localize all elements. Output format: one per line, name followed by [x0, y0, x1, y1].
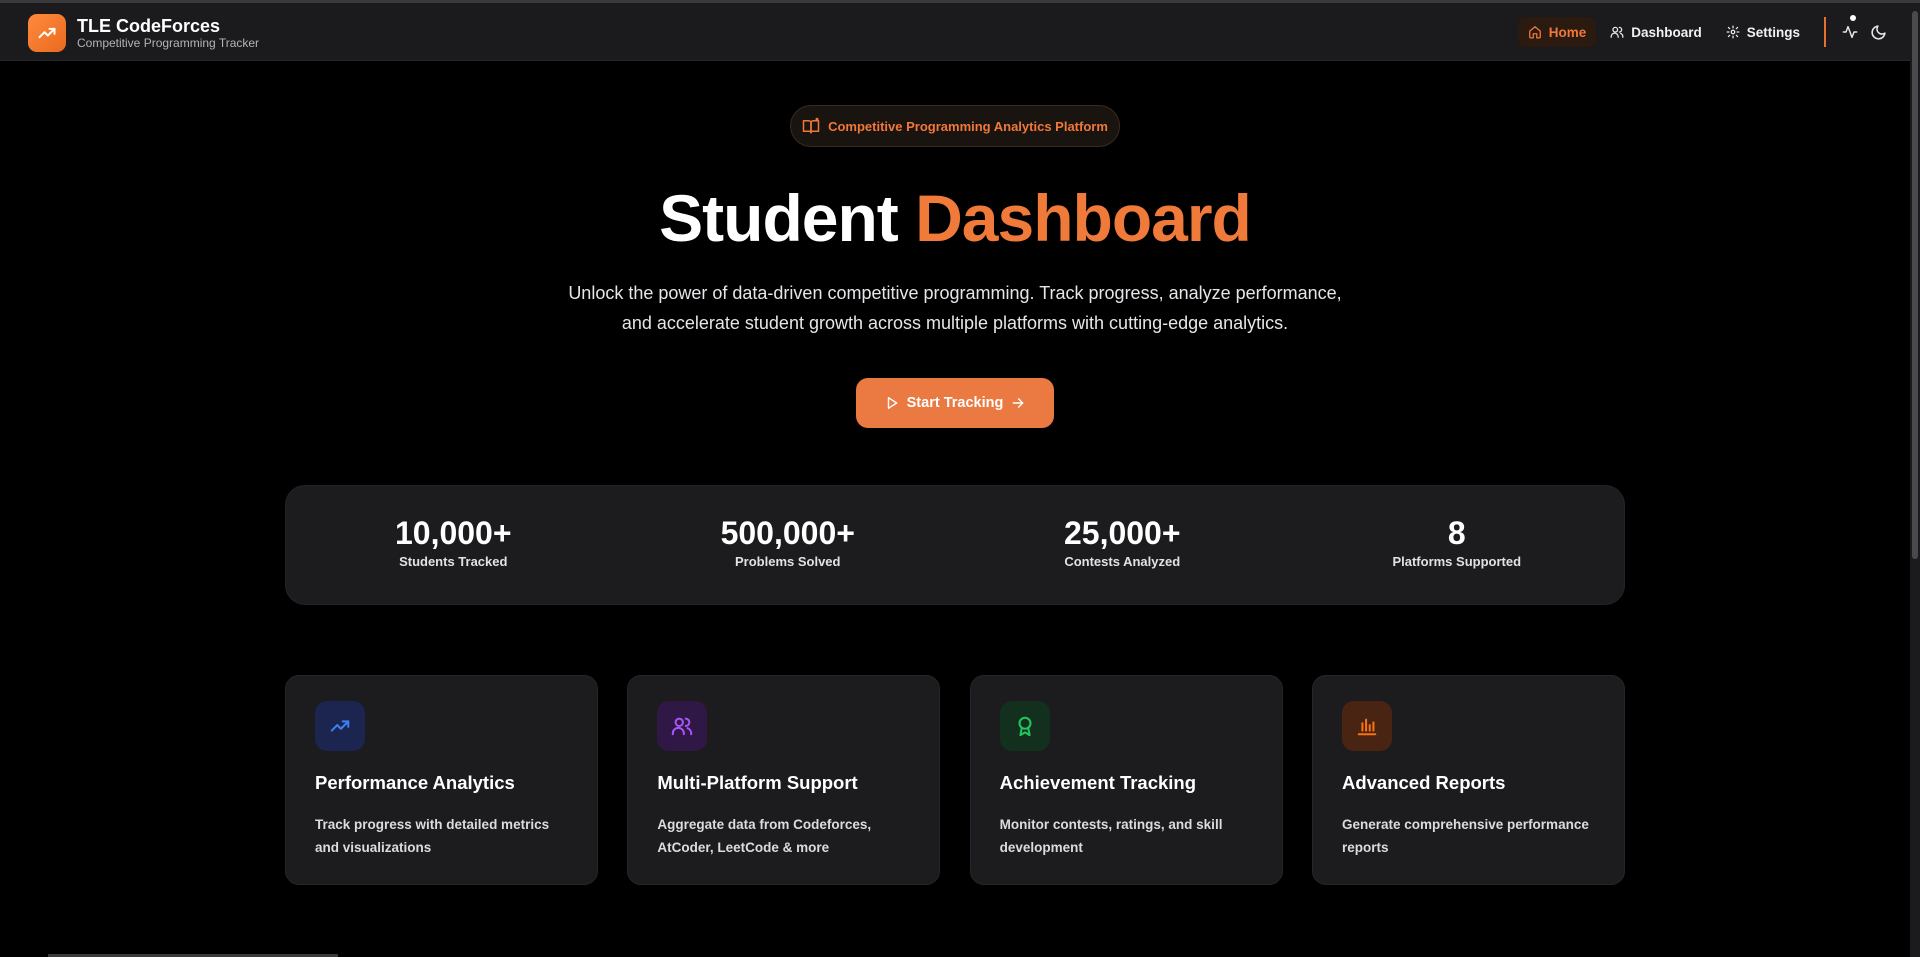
stat-students: 10,000+ Students Tracked [286, 486, 621, 604]
feature-title: Multi-Platform Support [657, 772, 858, 793]
users-icon [657, 701, 708, 751]
moon-icon [1870, 24, 1886, 40]
feature-description: Aggregate data from Codeforces, AtCoder,… [657, 817, 872, 855]
stats-panel: 10,000+ Students Tracked 500,000+ Proble… [285, 485, 1625, 605]
nav-divider [1824, 17, 1826, 47]
activity-icon [1842, 25, 1858, 39]
brand[interactable]: TLE CodeForces Competitive Programming T… [28, 14, 259, 52]
award-icon [999, 701, 1050, 751]
hero-description: Unlock the power of data-driven competit… [520, 278, 1390, 338]
feature-description: Generate comprehensive performance repor… [1341, 817, 1589, 855]
nav-dashboard[interactable]: Dashboard [1600, 17, 1712, 47]
feature-description: Track progress with detailed metrics and… [315, 817, 550, 855]
hero-description-line-2: and accelerate student growth across mul… [621, 313, 1289, 333]
feature-card-reports[interactable]: Advanced Reports Generate comprehensive … [1311, 675, 1625, 885]
feature-cards: Performance Analytics Track progress wit… [285, 675, 1625, 885]
trending-up-icon [315, 701, 365, 751]
stat-label: Contests Analyzed [1064, 554, 1181, 569]
brand-subtitle: Competitive Programming Tracker [77, 36, 260, 50]
nav-settings[interactable]: Settings [1716, 17, 1810, 47]
stat-label: Problems Solved [735, 554, 841, 569]
feature-description: Monitor contests, ratings, and skill dev… [999, 817, 1223, 855]
stat-value: 8 [1447, 515, 1466, 551]
brand-title: TLE CodeForces [77, 16, 221, 36]
navbar: TLE CodeForces Competitive Programming T… [0, 3, 1910, 61]
page-title: Student Dashboard [0, 180, 1910, 256]
stat-platforms: 8 Platforms Supported [1290, 486, 1625, 604]
start-tracking-button[interactable]: Start Tracking [856, 378, 1054, 428]
trending-up-icon [28, 14, 66, 52]
nav-settings-label: Settings [1746, 24, 1800, 40]
stat-value: 500,000+ [720, 515, 855, 551]
users-icon [1610, 26, 1624, 38]
scrollbar-thumb[interactable] [1912, 11, 1918, 559]
nav-home[interactable]: Home [1517, 17, 1597, 47]
home-icon [1528, 26, 1541, 39]
stat-value: 25,000+ [1063, 515, 1181, 551]
feature-card-achievement[interactable]: Achievement Tracking Monitor contests, r… [969, 675, 1283, 885]
stat-value: 10,000+ [394, 515, 512, 551]
play-icon [887, 397, 898, 409]
feature-title: Advanced Reports [1341, 772, 1506, 793]
notification-dot [1850, 15, 1856, 21]
stat-contests: 25,000+ Contests Analyzed [955, 486, 1290, 604]
platform-badge-label: Competitive Programming Analytics Platfo… [828, 118, 1108, 134]
stat-label: Students Tracked [399, 554, 508, 569]
feature-card-performance[interactable]: Performance Analytics Track progress wit… [285, 675, 598, 885]
book-icon [802, 117, 820, 134]
start-tracking-label: Start Tracking [906, 395, 1004, 411]
hero-description-line-1: Unlock the power of data-driven competit… [568, 283, 1342, 303]
main-nav: Home Dashboard Settings [1514, 15, 1910, 47]
stat-label: Platforms Supported [1392, 554, 1522, 569]
arrow-right-icon [1012, 398, 1024, 408]
feature-title: Performance Analytics [315, 772, 515, 793]
scrollbar[interactable] [1910, 3, 1920, 957]
page-title-accent: Dashboard [915, 181, 1252, 255]
page-title-main: Student [659, 181, 899, 255]
platform-badge: Competitive Programming Analytics Platfo… [790, 105, 1120, 147]
feature-card-multi-platform[interactable]: Multi-Platform Support Aggregate data fr… [627, 675, 941, 885]
theme-toggle-button[interactable] [1864, 17, 1892, 47]
nav-dashboard-label: Dashboard [1631, 24, 1702, 40]
stat-problems: 500,000+ Problems Solved [621, 486, 956, 604]
feature-title: Achievement Tracking [999, 772, 1197, 793]
bar-chart-icon [1341, 701, 1392, 751]
gear-icon [1726, 25, 1740, 39]
activity-button[interactable] [1836, 15, 1864, 47]
nav-home-label: Home [1548, 24, 1587, 40]
